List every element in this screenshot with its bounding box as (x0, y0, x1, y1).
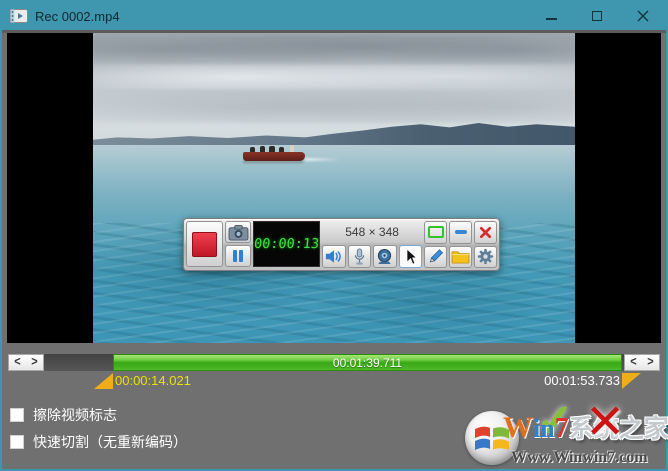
selection-start-handle[interactable] (94, 373, 113, 389)
red-x-icon (479, 226, 492, 238)
timeline-nav-left[interactable]: < > (8, 354, 44, 371)
minimize-icon (545, 18, 557, 20)
video-clouds (93, 65, 575, 89)
current-time-label: 00:01:39.711 (332, 355, 403, 370)
watermark-url: Www.Winwin7.com (511, 449, 648, 466)
cursor-button[interactable] (398, 245, 423, 268)
stop-button[interactable] (186, 221, 224, 267)
red-cross-icon: ✕ (585, 394, 626, 450)
camera-icon (228, 224, 249, 241)
capture-size-label: 548 × 348 (345, 225, 399, 239)
video-file-icon (10, 9, 28, 23)
selection-end-time: 00:01:53.733 (544, 373, 620, 388)
video-display[interactable]: 00:00:13 548 × 348 (7, 33, 661, 343)
windows-logo-icon (465, 411, 519, 465)
minimize-button[interactable] (528, 2, 574, 30)
prev-frame-icon[interactable]: < (630, 355, 636, 369)
video-boat (243, 145, 305, 162)
watermark-site-name: Win7系统之家 (503, 411, 668, 444)
cursor-icon (406, 247, 418, 265)
screenshot-button[interactable] (225, 221, 251, 243)
region-icon (427, 226, 444, 239)
next-frame-icon[interactable]: > (31, 355, 37, 369)
pencil-icon (429, 249, 444, 263)
quick-cut-checkbox[interactable] (10, 435, 24, 449)
titlebar[interactable]: Rec 0002.mp4 (2, 2, 666, 30)
window-title: Rec 0002.mp4 (35, 8, 120, 24)
webcam-icon (378, 248, 392, 265)
pause-button[interactable] (225, 245, 251, 267)
green-check-icon: ✔ (533, 393, 578, 450)
erase-logo-checkbox[interactable] (10, 408, 24, 422)
timer-value: 00:00:13 (253, 236, 320, 252)
selection-markers: 00:00:14.021 00:01:53.733 (2, 371, 666, 390)
draw-button[interactable] (424, 245, 448, 268)
recording-timer: 00:00:13 (252, 221, 320, 267)
option-erase-logo[interactable]: 擦除视频标志 (10, 406, 117, 424)
microphone-button[interactable] (347, 245, 372, 268)
stop-icon (192, 231, 218, 257)
boat-wake (305, 158, 341, 161)
webcam-button[interactable] (373, 245, 397, 268)
close-icon (637, 10, 649, 22)
erase-logo-label: 擦除视频标志 (33, 407, 117, 423)
screenshot-stage: Rec 0002.mp4 00:00:13 548 × 348 < > 00:0… (0, 0, 668, 471)
microphone-icon (354, 247, 364, 265)
winwin7-watermark: ✔ Win7系统之家 ✕ Www.Winwin7.com (465, 394, 668, 468)
toolbar-minimize-button[interactable] (449, 221, 473, 244)
selection-end-handle[interactable] (622, 373, 641, 389)
maximize-button[interactable] (574, 2, 620, 30)
timeline-selection[interactable]: 00:01:39.711 (113, 354, 622, 371)
option-quick-cut[interactable]: 快速切割（无重新编码） (10, 433, 187, 451)
gear-icon (477, 249, 494, 265)
timeline-track[interactable]: 00:01:39.711 (44, 354, 624, 371)
speaker-icon (325, 250, 341, 263)
toolbar-close-button[interactable] (474, 221, 497, 244)
pause-icon (233, 250, 244, 262)
prev-frame-icon[interactable]: < (14, 355, 20, 369)
timeline-row: < > 00:01:39.711 < > (2, 354, 666, 371)
recorder-toolbar: 00:00:13 548 × 348 (183, 218, 500, 271)
maximize-icon (592, 11, 602, 21)
region-button[interactable] (424, 221, 448, 244)
next-frame-icon[interactable]: > (647, 355, 653, 369)
video-clouds (93, 35, 575, 63)
app-window: Rec 0002.mp4 00:00:13 548 × 348 < > 00:0… (0, 0, 668, 471)
open-folder-button[interactable] (449, 245, 473, 268)
video-frame (93, 33, 575, 343)
speaker-button[interactable] (321, 245, 346, 268)
video-clouds (93, 91, 575, 123)
folder-icon (451, 251, 470, 264)
minus-icon (454, 230, 467, 235)
timeline-nav-right[interactable]: < > (624, 354, 660, 371)
window-controls (528, 2, 666, 30)
quick-cut-label: 快速切割（无重新编码） (33, 434, 187, 450)
settings-button[interactable] (474, 245, 497, 268)
selection-start-time: 00:00:14.021 (115, 373, 191, 388)
close-button[interactable] (620, 2, 666, 30)
